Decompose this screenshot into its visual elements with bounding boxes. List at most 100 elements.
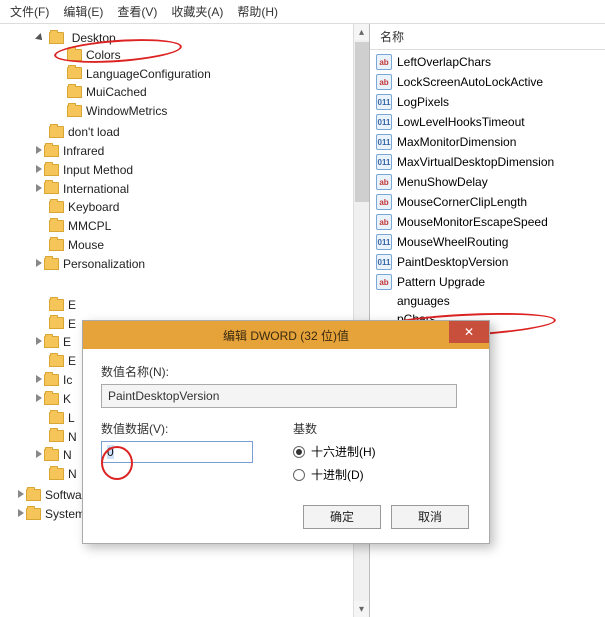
- string-value-icon: ab: [376, 74, 392, 90]
- tree-node-keyboard[interactable]: Keyboard: [36, 197, 369, 216]
- tree-label: Desktop: [72, 31, 116, 45]
- list-item[interactable]: abMouseMonitorEscapeSpeed: [370, 212, 605, 232]
- folder-icon: [49, 355, 64, 367]
- tree-node-inputmethod[interactable]: Input Method: [36, 160, 369, 179]
- list-item[interactable]: anguages: [370, 292, 605, 310]
- tree-node-dontload[interactable]: don't load: [36, 122, 369, 141]
- value-name: anguages: [397, 294, 450, 308]
- value-name: MouseCornerClipLength: [397, 195, 527, 209]
- close-button[interactable]: ✕: [449, 321, 489, 343]
- radio-dec[interactable]: 十进制(D): [293, 466, 376, 483]
- folder-icon: [49, 317, 64, 329]
- dialog-title: 编辑 DWORD (32 位)值: [223, 327, 349, 344]
- menu-help[interactable]: 帮助(H): [237, 3, 278, 20]
- menu-favorites[interactable]: 收藏夹(A): [171, 3, 223, 20]
- expand-icon[interactable]: [18, 490, 24, 498]
- tree-node-languageconfiguration[interactable]: LanguageConfiguration: [54, 64, 369, 83]
- folder-icon: [67, 86, 82, 98]
- tree-label: LanguageConfiguration: [86, 66, 211, 80]
- expand-icon[interactable]: [36, 146, 42, 154]
- string-value-icon: ab: [376, 214, 392, 230]
- tree-node-international[interactable]: International: [36, 179, 369, 198]
- base-group-label: 基数: [293, 420, 376, 437]
- expand-icon[interactable]: [36, 450, 42, 458]
- radio-hex[interactable]: 十六进制(H): [293, 443, 376, 460]
- tree-node-colors[interactable]: Colors: [54, 45, 369, 64]
- tree-label: MuiCached: [86, 85, 147, 99]
- value-name: LogPixels: [397, 95, 449, 109]
- ok-button[interactable]: 确定: [303, 505, 381, 529]
- value-name: LowLevelHooksTimeout: [397, 115, 525, 129]
- expand-icon[interactable]: [36, 375, 42, 383]
- list-column-header[interactable]: 名称: [370, 24, 605, 50]
- folder-icon: [49, 468, 64, 480]
- list-item[interactable]: 011MaxMonitorDimension: [370, 132, 605, 152]
- tree-label: K: [63, 392, 71, 406]
- list-item[interactable]: ab LeftOverlapChars: [370, 52, 605, 72]
- radio-icon: [293, 446, 305, 458]
- menu-edit[interactable]: 编辑(E): [63, 3, 103, 20]
- tree-node-muicached[interactable]: MuiCached: [54, 82, 369, 101]
- tree-node-personalization[interactable]: Personalization: [36, 254, 369, 273]
- tree-node-desktop[interactable]: Desktop Colors LanguageConfiguration Mui…: [36, 28, 369, 122]
- folder-icon: [49, 412, 64, 424]
- list-item[interactable]: abLockScreenAutoLockActive: [370, 72, 605, 92]
- cancel-button[interactable]: 取消: [391, 505, 469, 529]
- folder-icon: [67, 49, 82, 61]
- edit-dword-dialog: 编辑 DWORD (32 位)值 ✕ 数值名称(N): PaintDesktop…: [82, 320, 490, 544]
- menu-view[interactable]: 查看(V): [117, 3, 157, 20]
- list-item[interactable]: abMenuShowDelay: [370, 172, 605, 192]
- tree-label: System: [45, 507, 85, 521]
- expand-icon[interactable]: [36, 337, 42, 345]
- folder-icon: [26, 489, 41, 501]
- folder-icon: [67, 67, 82, 79]
- expand-icon[interactable]: [36, 394, 42, 402]
- radio-icon: [293, 469, 305, 481]
- folder-icon: [44, 393, 59, 405]
- expand-icon[interactable]: [36, 165, 42, 173]
- value-name: MaxVirtualDesktopDimension: [397, 155, 554, 169]
- tree-label: N: [63, 448, 72, 462]
- radio-label: 十六进制(H): [311, 443, 376, 460]
- expand-icon[interactable]: [35, 33, 45, 43]
- list-item[interactable]: abMouseCornerClipLength: [370, 192, 605, 212]
- tree-label: E: [68, 316, 76, 330]
- tree-node-mouse[interactable]: Mouse: [36, 235, 369, 254]
- folder-icon: [44, 449, 59, 461]
- value-name: LeftOverlapChars: [397, 55, 491, 69]
- list-item[interactable]: 011LowLevelHooksTimeout: [370, 112, 605, 132]
- expand-icon[interactable]: [36, 184, 42, 192]
- tree-node-mmcpl[interactable]: MMCPL: [36, 216, 369, 235]
- dialog-titlebar[interactable]: 编辑 DWORD (32 位)值 ✕: [83, 321, 489, 349]
- tree-node[interactable]: E: [36, 295, 369, 314]
- tree-label: Mouse: [68, 238, 104, 252]
- list-item[interactable]: 011LogPixels: [370, 92, 605, 112]
- tree-label: Keyboard: [68, 200, 119, 214]
- list-item[interactable]: abPattern Upgrade: [370, 272, 605, 292]
- scroll-thumb[interactable]: [355, 42, 369, 202]
- expand-icon[interactable]: [18, 509, 24, 517]
- dword-value-icon: 011: [376, 254, 392, 270]
- folder-icon: [44, 374, 59, 386]
- string-value-icon: ab: [376, 54, 392, 70]
- tree-label: E: [68, 298, 76, 312]
- menubar: 文件(F) 编辑(E) 查看(V) 收藏夹(A) 帮助(H): [0, 0, 605, 24]
- list-item[interactable]: 011 MaxVirtualDesktopDimension: [370, 152, 605, 172]
- tree-node-windowmetrics[interactable]: WindowMetrics: [54, 101, 369, 120]
- tree-label: Colors: [86, 48, 121, 62]
- list-item[interactable]: 011PaintDesktopVersion: [370, 252, 605, 272]
- dword-value-icon: 011: [376, 154, 392, 170]
- tree-label: N: [68, 467, 77, 481]
- tree-label: Input Method: [63, 163, 133, 177]
- value-name: Pattern Upgrade: [397, 275, 485, 289]
- radio-label: 十进制(D): [311, 466, 364, 483]
- scroll-up-icon[interactable]: ▴: [354, 24, 369, 40]
- list-item[interactable]: 011MouseWheelRouting: [370, 232, 605, 252]
- folder-icon: [26, 508, 41, 520]
- value-name: MouseWheelRouting: [397, 235, 508, 249]
- value-data-input[interactable]: 0: [101, 441, 253, 463]
- menu-file[interactable]: 文件(F): [10, 3, 49, 20]
- expand-icon[interactable]: [36, 259, 42, 267]
- value-data-label: 数值数据(V):: [101, 420, 253, 437]
- tree-node-infrared[interactable]: Infrared: [36, 141, 369, 160]
